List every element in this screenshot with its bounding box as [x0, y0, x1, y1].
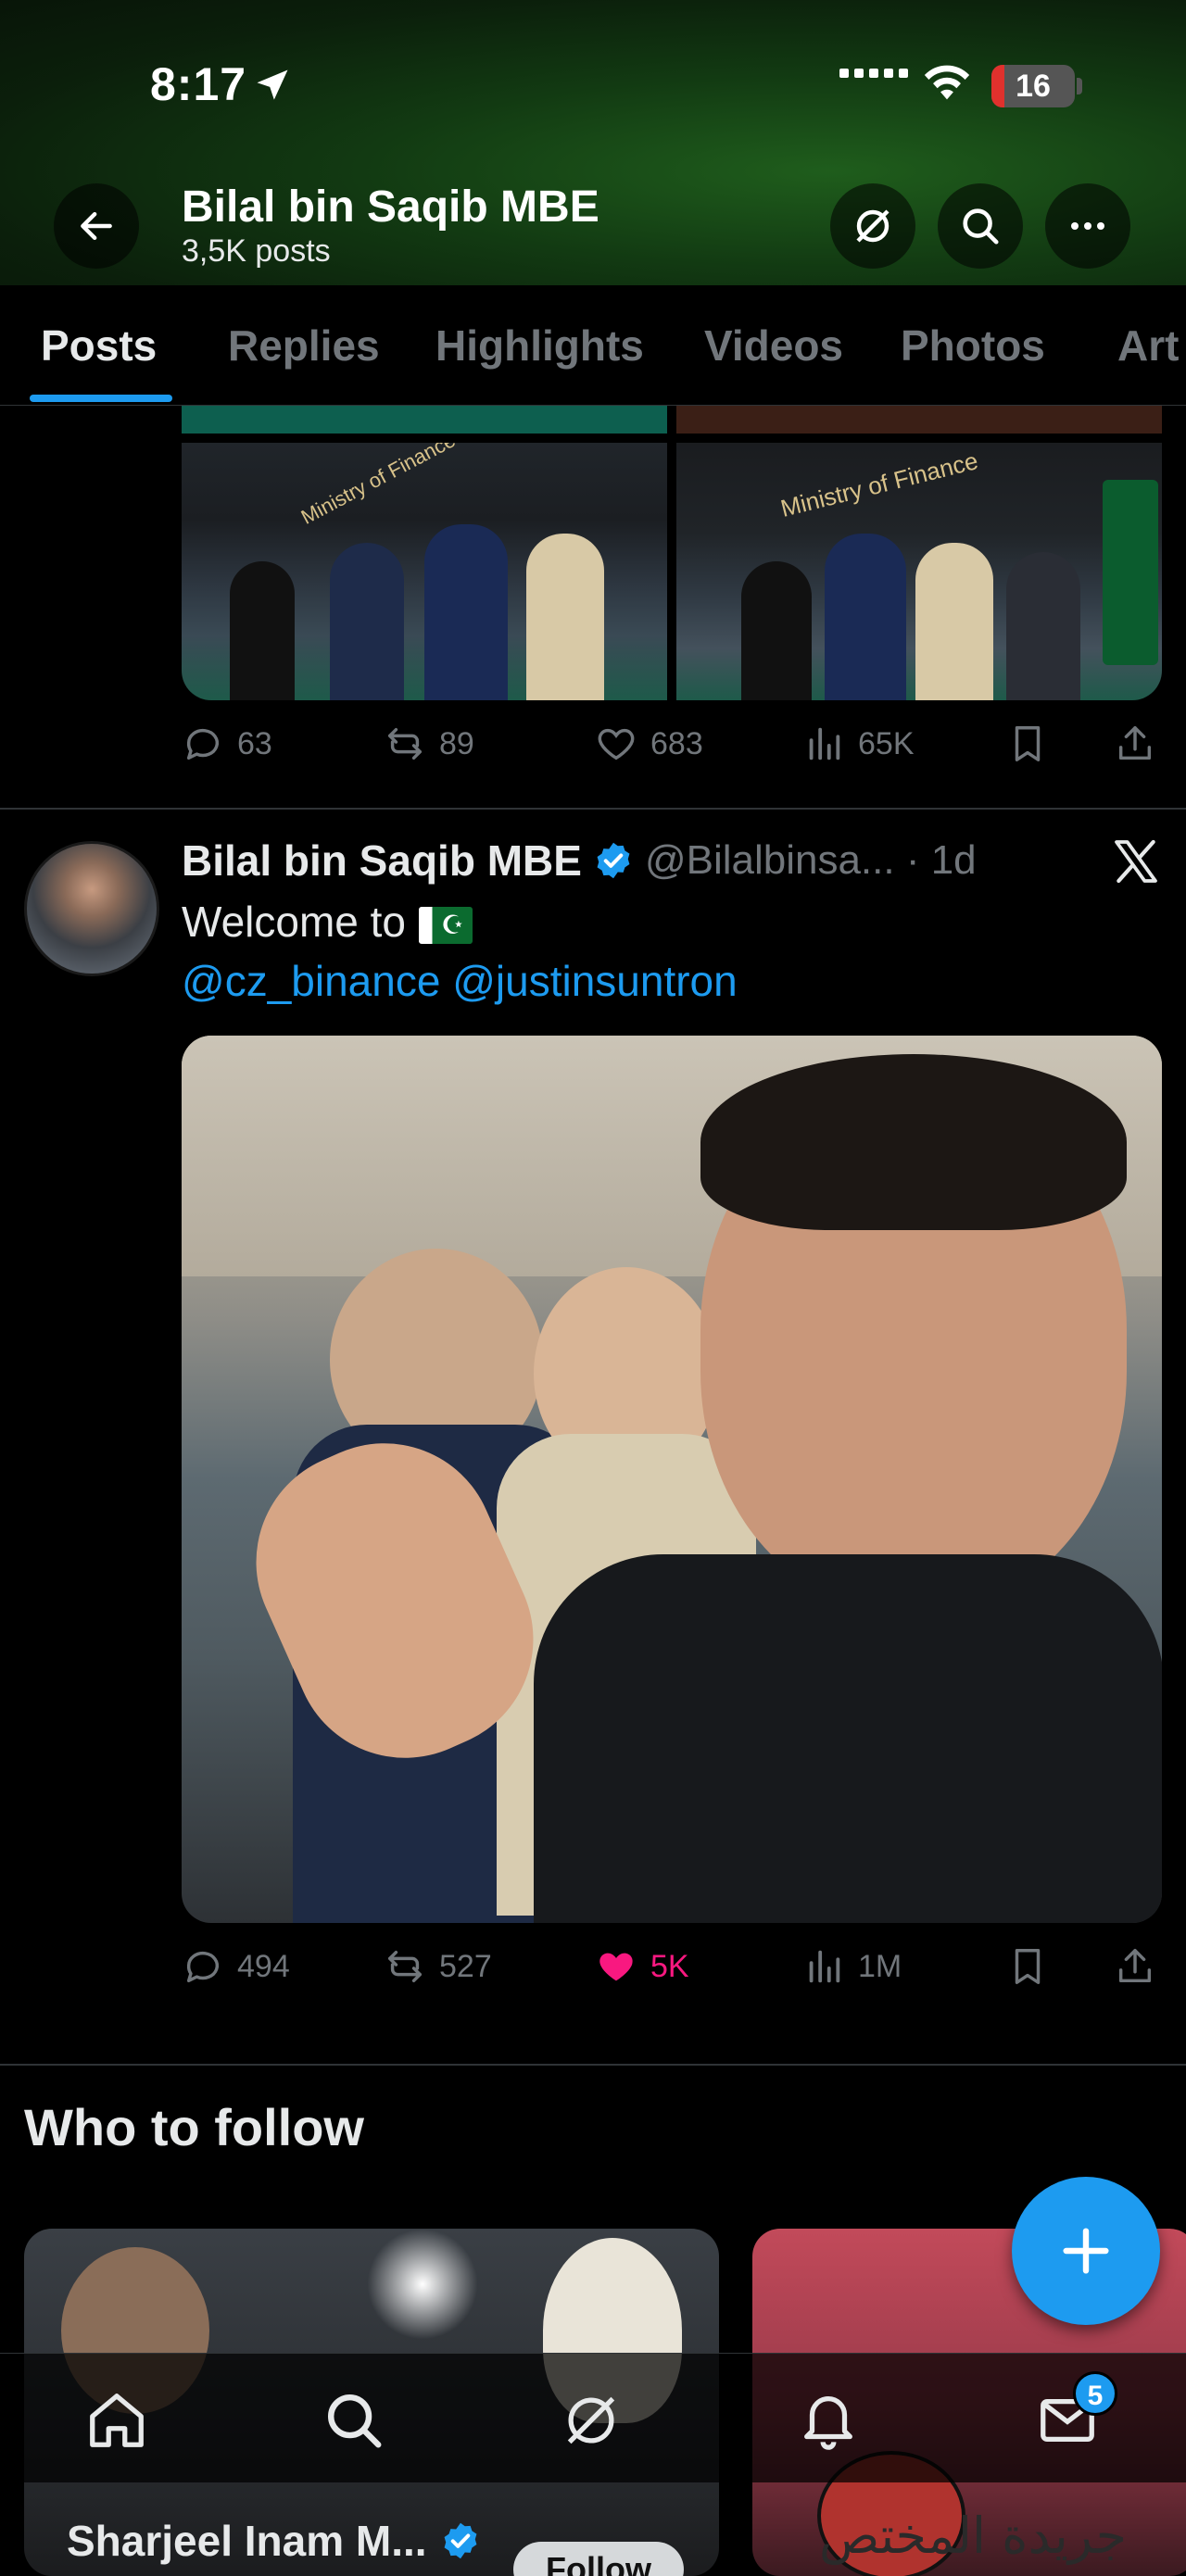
- views-icon: [809, 727, 840, 760]
- tab-articles[interactable]: Art: [1117, 320, 1179, 371]
- views-icon: [809, 1950, 840, 1983]
- tab-highlights[interactable]: Highlights: [435, 320, 644, 371]
- status-time: 8:17: [150, 58, 247, 110]
- verified-badge-icon: [444, 2522, 476, 2559]
- tab-replies[interactable]: Replies: [228, 320, 380, 371]
- nav-grok[interactable]: [558, 2387, 625, 2454]
- views-button[interactable]: 1M: [802, 1945, 902, 1988]
- like-count: 683: [650, 725, 703, 761]
- heart-icon: [598, 728, 635, 760]
- reply-icon: [186, 1951, 220, 1983]
- profile-header: 8:17 16 Bilal bin Saqib MBE 3,5K posts: [0, 0, 1186, 285]
- share-icon: [1118, 726, 1152, 760]
- home-icon: [90, 2394, 144, 2447]
- post1-actions: 63 89 683 65K: [182, 723, 1164, 778]
- views-button[interactable]: 65K: [802, 723, 915, 765]
- share-button[interactable]: [1114, 1945, 1156, 1988]
- repost-count: 527: [439, 1948, 492, 1984]
- follow-button[interactable]: Follow: [513, 2542, 684, 2576]
- author-name[interactable]: Bilal bin Saqib MBE: [182, 836, 582, 886]
- photo-strip-right: [676, 406, 1162, 434]
- verified-badge-icon: [597, 842, 630, 879]
- search-button[interactable]: [938, 183, 1023, 269]
- grok-icon: [567, 2396, 615, 2444]
- photo-strip-left: [182, 406, 667, 434]
- bookmark-icon: [1015, 1949, 1041, 1984]
- photo-sign-text-right: Ministry of Finance: [777, 446, 981, 522]
- battery-level: 16: [1016, 68, 1051, 104]
- share-button[interactable]: [1114, 723, 1156, 765]
- profile-page: 8:17 16 Bilal bin Saqib MBE 3,5K posts P…: [0, 0, 1186, 2576]
- more-button[interactable]: [1045, 183, 1130, 269]
- tab-photos[interactable]: Photos: [901, 320, 1045, 371]
- suggested-account-name[interactable]: Sharjeel Inam M...: [67, 2516, 481, 2566]
- battery-indicator: 16: [991, 65, 1075, 107]
- heart-filled-icon: [599, 1953, 633, 1981]
- reply-icon: [186, 728, 220, 760]
- profile-tabs: Posts Replies Highlights Videos Photos A…: [0, 285, 1186, 406]
- messages-badge: 5: [1073, 2371, 1117, 2416]
- repost-icon: [387, 727, 423, 760]
- nav-notifications[interactable]: [795, 2387, 862, 2454]
- grok-button[interactable]: [830, 183, 915, 269]
- post-photo-right[interactable]: Ministry of Finance: [676, 443, 1162, 700]
- signal-icon: [839, 69, 923, 78]
- grok-icon: [856, 209, 890, 243]
- pakistan-flag-icon: [419, 906, 473, 944]
- repost-count: 89: [439, 725, 474, 761]
- repost-icon: [387, 1950, 423, 1983]
- suggested-account-caption: جريدة المختص: [819, 2507, 1127, 2565]
- profile-name: Bilal bin Saqib MBE: [182, 182, 599, 232]
- tab-posts[interactable]: Posts: [41, 320, 157, 371]
- post-divider: [0, 808, 1186, 810]
- wifi-icon: [924, 65, 970, 100]
- section-divider: [0, 2064, 1186, 2066]
- post-mentions[interactable]: @cz_binance @justinsuntron: [182, 956, 738, 1006]
- tab-videos[interactable]: Videos: [704, 320, 843, 371]
- repost-button[interactable]: 527: [384, 1945, 492, 1988]
- post-photo[interactable]: [182, 1036, 1162, 1923]
- location-arrow-icon: [257, 69, 288, 100]
- reply-count: 494: [237, 1948, 290, 1984]
- share-icon: [1118, 1949, 1152, 1983]
- back-arrow-icon: [81, 211, 112, 241]
- more-icon: [1071, 222, 1104, 230]
- back-button[interactable]: [54, 183, 139, 269]
- suggested-name-text: Sharjeel Inam M...: [67, 2517, 427, 2565]
- posts-count: 3,5K posts: [182, 233, 331, 269]
- bell-icon: [804, 2396, 852, 2450]
- author-handle-time: @Bilalbinsa... · 1d: [644, 837, 977, 883]
- like-count: 5K: [650, 1948, 689, 1984]
- post-text-body: Welcome to: [182, 898, 407, 946]
- repost-button[interactable]: 89: [384, 723, 474, 765]
- post-text: Welcome to: [182, 897, 473, 947]
- reply-button[interactable]: 494: [182, 1945, 290, 1988]
- bookmark-button[interactable]: [1006, 723, 1049, 765]
- like-button[interactable]: 683: [595, 723, 703, 765]
- post2-header: Bilal bin Saqib MBE @Bilalbinsa... · 1d: [182, 836, 977, 886]
- x-logo-icon[interactable]: [1110, 836, 1162, 887]
- active-tab-indicator: [30, 395, 172, 402]
- like-button[interactable]: 5K: [595, 1945, 689, 1988]
- reply-count: 63: [237, 725, 272, 761]
- bottom-nav: [0, 2353, 1186, 2482]
- who-to-follow-title: Who to follow: [24, 2098, 364, 2156]
- author-avatar[interactable]: [24, 841, 159, 976]
- nav-home[interactable]: [83, 2387, 150, 2454]
- bookmark-icon: [1015, 726, 1041, 761]
- bookmark-button[interactable]: [1006, 1945, 1049, 1988]
- photo-sign-text: Ministry of Finance: [296, 443, 460, 529]
- post-photo-left[interactable]: Ministry of Finance: [182, 443, 667, 700]
- post2-actions: 494 527 5K 1M: [182, 1945, 1164, 2001]
- search-icon: [963, 208, 999, 245]
- views-count: 1M: [858, 1948, 902, 1984]
- nav-search[interactable]: [321, 2387, 387, 2454]
- views-count: 65K: [858, 725, 915, 761]
- plus-icon: [1063, 2228, 1109, 2274]
- search-icon: [328, 2394, 382, 2448]
- compose-button[interactable]: [1012, 2177, 1160, 2325]
- reply-button[interactable]: 63: [182, 723, 272, 765]
